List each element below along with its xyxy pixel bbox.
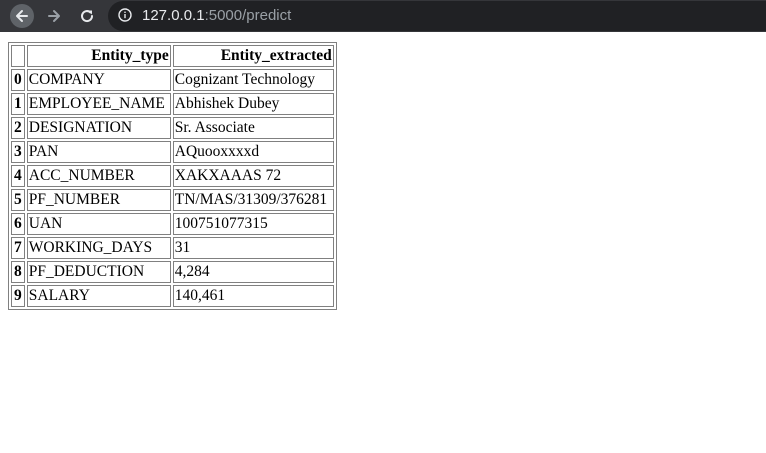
- row-index: 7: [11, 237, 25, 259]
- entity-type-cell: PF_NUMBER: [26, 189, 171, 211]
- page-content: Entity_type Entity_extracted 0 COMPANY C…: [8, 42, 337, 310]
- entity-extracted-cell: 4,284: [172, 261, 334, 283]
- entity-extracted-cell: AQuooxxxxd: [172, 141, 334, 163]
- row-index: 1: [11, 93, 25, 115]
- table-row: 0 COMPANY Cognizant Technology: [11, 69, 334, 91]
- table-row: 4 ACC_NUMBER XAKXAAAS 72: [11, 165, 334, 187]
- entity-type-column-header: Entity_type: [26, 45, 171, 67]
- entity-type-cell: EMPLOYEE_NAME: [26, 93, 171, 115]
- entity-extracted-cell: TN/MAS/31309/376281: [172, 189, 334, 211]
- address-bar[interactable]: 127.0.0.1:5000/predict: [108, 1, 766, 31]
- url-path: :5000/predict: [204, 7, 292, 24]
- table-header-row: Entity_type Entity_extracted: [11, 45, 334, 67]
- entity-type-cell: COMPANY: [26, 69, 171, 91]
- entity-extracted-cell: 140,461: [172, 285, 334, 307]
- entity-extracted-column-header: Entity_extracted: [172, 45, 334, 67]
- table-row: 3 PAN AQuooxxxxd: [11, 141, 334, 163]
- entity-type-cell: ACC_NUMBER: [26, 165, 171, 187]
- table-row: 9 SALARY 140,461: [11, 285, 334, 307]
- entity-type-cell: PAN: [26, 141, 171, 163]
- entity-extracted-cell: Cognizant Technology: [172, 69, 334, 91]
- reload-icon: [81, 10, 94, 23]
- entity-type-cell: DESIGNATION: [26, 117, 171, 139]
- row-index: 0: [11, 69, 25, 91]
- table-row: 8 PF_DEDUCTION 4,284: [11, 261, 334, 283]
- table-row: 6 UAN 100751077315: [11, 213, 334, 235]
- row-index: 3: [11, 141, 25, 163]
- entity-extracted-cell: Abhishek Dubey: [172, 93, 334, 115]
- row-index: 5: [11, 189, 25, 211]
- table-row: 7 WORKING_DAYS 31: [11, 237, 334, 259]
- row-index: 9: [11, 285, 25, 307]
- entity-extracted-cell: Sr. Associate: [172, 117, 334, 139]
- table-row: 1 EMPLOYEE_NAME Abhishek Dubey: [11, 93, 334, 115]
- reload-button[interactable]: [75, 4, 99, 28]
- browser-toolbar: 127.0.0.1:5000/predict: [0, 0, 766, 32]
- url-host: 127.0.0.1: [142, 7, 205, 24]
- entity-extracted-cell: 31: [172, 237, 334, 259]
- url-text[interactable]: 127.0.0.1:5000/predict: [142, 7, 291, 25]
- row-index: 4: [11, 165, 25, 187]
- table-row: 2 DESIGNATION Sr. Associate: [11, 117, 334, 139]
- entity-type-cell: PF_DEDUCTION: [26, 261, 171, 283]
- forward-button[interactable]: [42, 4, 66, 28]
- row-index: 2: [11, 117, 25, 139]
- entity-table: Entity_type Entity_extracted 0 COMPANY C…: [8, 42, 337, 310]
- info-icon[interactable]: [118, 8, 132, 22]
- row-index: 8: [11, 261, 25, 283]
- index-column-header: [11, 45, 25, 67]
- entity-type-cell: WORKING_DAYS: [26, 237, 171, 259]
- entity-type-cell: SALARY: [26, 285, 171, 307]
- entity-extracted-cell: 100751077315: [172, 213, 334, 235]
- row-index: 6: [11, 213, 25, 235]
- entity-type-cell: UAN: [26, 213, 171, 235]
- table-row: 5 PF_NUMBER TN/MAS/31309/376281: [11, 189, 334, 211]
- arrow-left-icon: [16, 10, 28, 22]
- back-button[interactable]: [10, 4, 34, 28]
- entity-extracted-cell: XAKXAAAS 72: [172, 165, 334, 187]
- arrow-right-icon: [48, 10, 60, 22]
